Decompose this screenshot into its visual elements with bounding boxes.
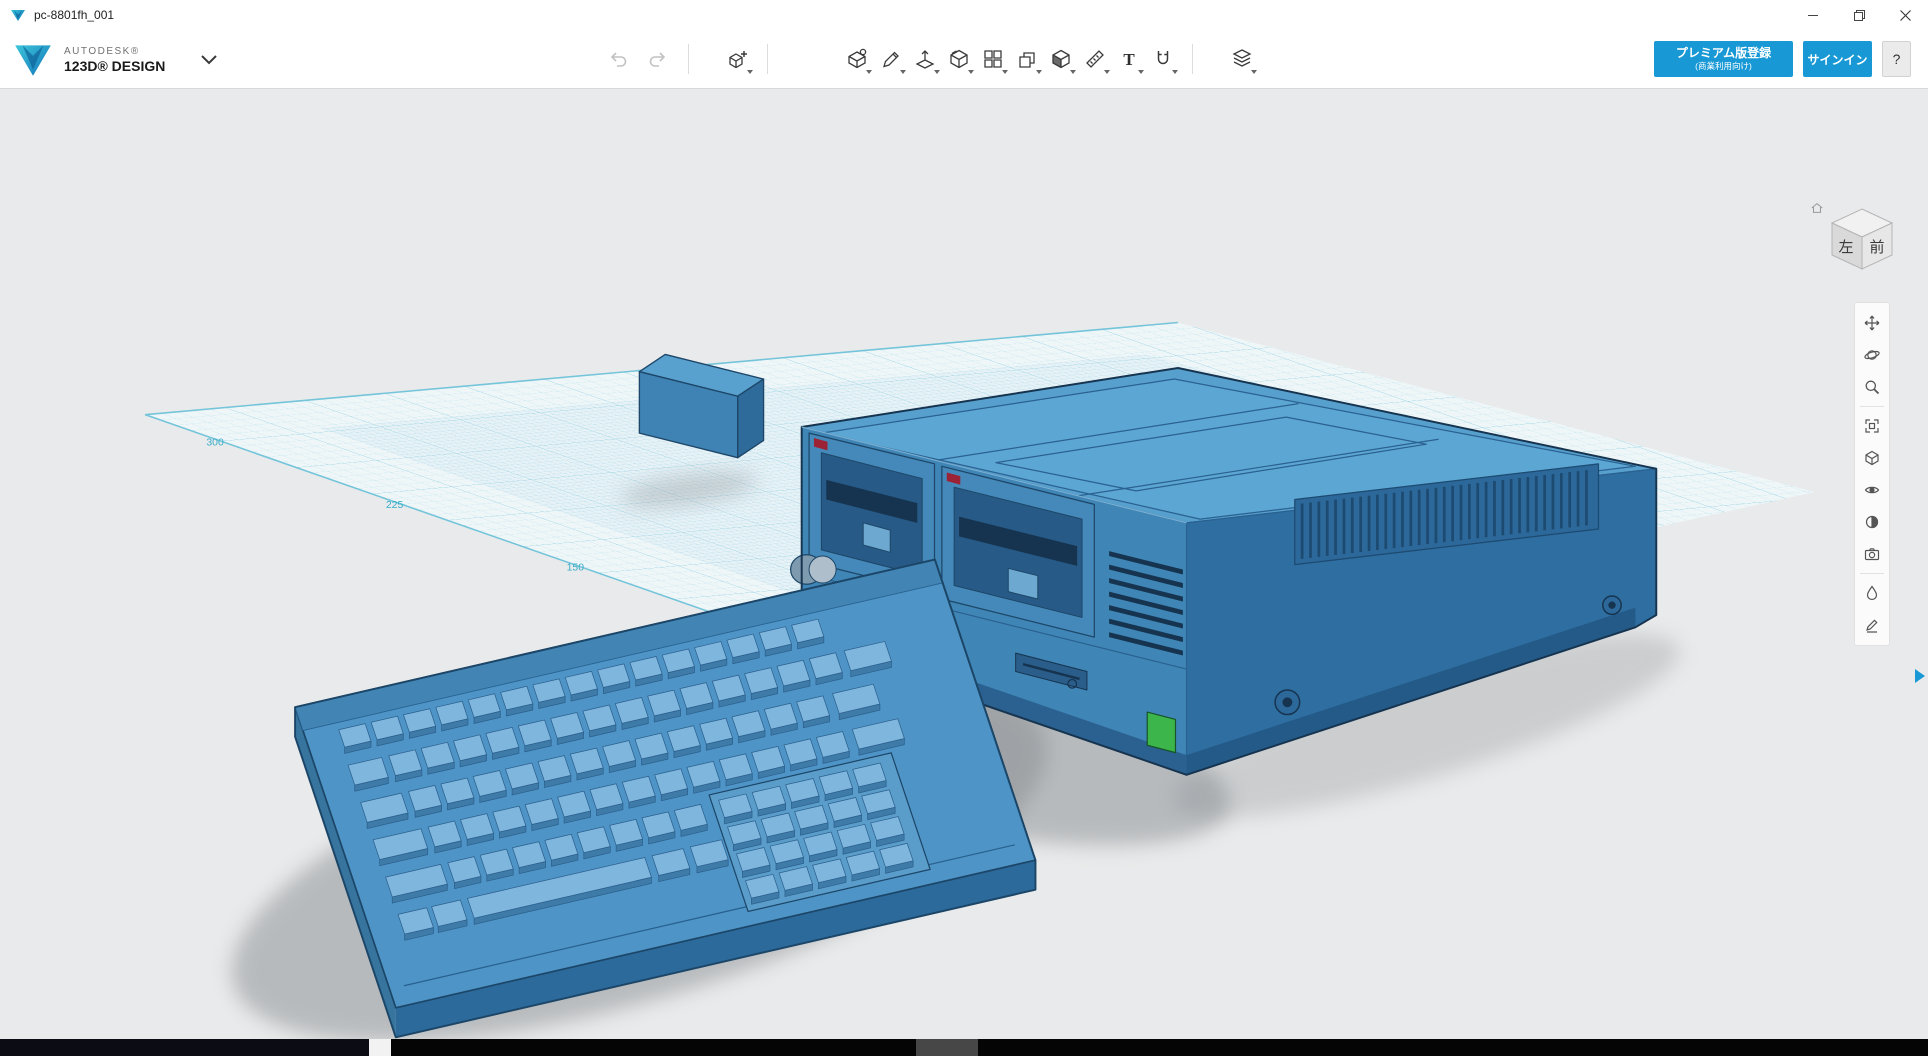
construct-tool-icon[interactable] [908,41,942,77]
zoom-fit-icon[interactable] [1857,410,1887,442]
document-menu-chevron[interactable] [198,52,220,68]
title-bar: pc-8801fh_001 [0,0,1928,30]
svg-text:225: 225 [386,500,404,511]
zoom-icon[interactable] [1857,371,1887,403]
viewport-3d[interactable]: 300 225 150 75 [0,89,1928,1039]
sketch-tool-icon[interactable] [874,41,908,77]
toolbar-divider [1192,44,1193,74]
material-drop-icon[interactable] [1857,577,1887,609]
scene-svg[interactable]: 300 225 150 75 [0,89,1928,1039]
sketch-visibility-icon[interactable] [1857,609,1887,641]
model-keyboard[interactable] [295,560,1035,1038]
svg-text:300: 300 [206,437,224,448]
svg-text:左: 左 [1838,239,1853,256]
brand-icon [12,38,54,80]
redo-button[interactable] [638,41,676,77]
materials-tool-icon[interactable] [1225,41,1259,77]
pan-icon[interactable] [1857,307,1887,339]
app-toolbar: AUTODESK® 123D® DESIGN [0,30,1928,89]
grouping-tool-icon[interactable] [1010,41,1044,77]
view-box-icon[interactable] [1857,442,1887,474]
text-tool-icon[interactable]: T [1112,41,1146,77]
primitives-tool-icon[interactable] [840,41,874,77]
pattern-tool-icon[interactable] [976,41,1010,77]
brand-line1: AUTODESK® [64,45,165,58]
svg-text:前: 前 [1869,239,1884,256]
measure-tool-icon[interactable] [1078,41,1112,77]
premium-signup-button[interactable]: プレミアム版登録 (商業利用向け) [1654,41,1793,77]
restore-button[interactable] [1836,0,1882,30]
visibility-eye-icon[interactable] [1857,474,1887,506]
undo-button[interactable] [600,41,638,77]
appearance-icon[interactable] [1857,506,1887,538]
navigation-toolbar [1854,302,1890,646]
combine-tool-icon[interactable] [1044,41,1078,77]
green-button [1147,712,1175,753]
close-button[interactable] [1882,0,1928,30]
orbit-icon[interactable] [1857,339,1887,371]
svg-text:T: T [1123,50,1135,69]
window-title: pc-8801fh_001 [34,8,114,22]
app-logo-icon [10,7,26,23]
help-button[interactable]: ? [1882,41,1911,77]
toolbar-divider [1860,406,1884,407]
taskbar-sliver [0,1039,1928,1056]
toolbar-divider [767,44,768,74]
brand-line2: 123D® DESIGN [64,58,165,74]
autodesk-123d-logo: AUTODESK® 123D® DESIGN [12,38,165,80]
svg-text:150: 150 [567,563,585,574]
view-cube[interactable]: 左 前 [1810,199,1900,279]
panel-collapse-arrow[interactable] [1915,669,1925,683]
screenshot-camera-icon[interactable] [1857,538,1887,570]
modify-tool-icon[interactable] [942,41,976,77]
minimize-button[interactable] [1790,0,1836,30]
toolbar-divider [688,44,689,74]
snap-tool-icon[interactable] [1146,41,1180,77]
main-toolbar: T [600,40,1259,78]
toolbar-divider [1860,573,1884,574]
transform-tool-icon[interactable] [721,41,755,77]
sign-in-button[interactable]: サインイン [1803,41,1872,77]
home-view-icon[interactable] [1810,201,1824,215]
